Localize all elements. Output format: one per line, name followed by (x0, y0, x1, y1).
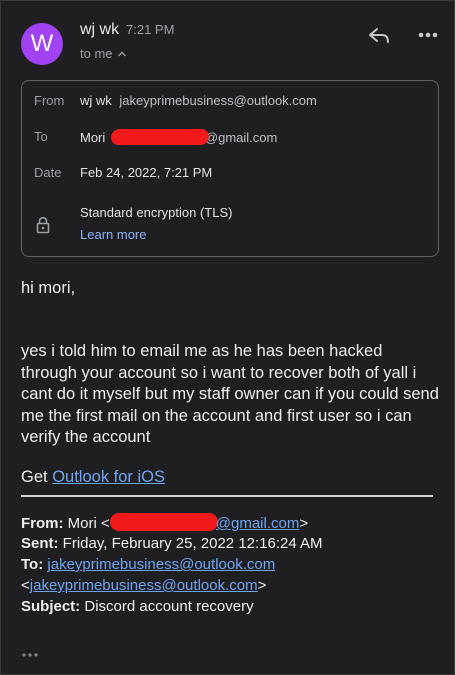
quote-divider (21, 495, 433, 497)
date-value: Feb 24, 2022, 7:21 PM (80, 165, 213, 180)
encryption-status: Standard encryption (TLS) (80, 205, 233, 220)
outlook-ios-link[interactable]: Outlook for iOS (52, 468, 165, 486)
to-email-suffix[interactable]: @gmail.com (205, 130, 277, 145)
quoted-from-email[interactable]: @gmail.com (216, 515, 300, 532)
message-greeting: hi mori, (21, 279, 76, 297)
from-name: wj wk (80, 93, 112, 108)
to-name: Mori (80, 130, 106, 145)
quoted-subject-value: Discord account recovery (84, 598, 254, 615)
quoted-to-email-2[interactable]: jakeyprimebusiness@outlook.com (30, 577, 258, 594)
from-label: From (34, 93, 65, 108)
lock-icon (36, 216, 50, 234)
recipients-toggle[interactable]: to me (80, 46, 127, 61)
more-horiz-icon[interactable] (415, 27, 441, 43)
quoted-sent-value: Friday, February 25, 2022 12:16:24 AM (62, 535, 323, 552)
message-body: yes i told him to email me as he has bee… (21, 342, 439, 446)
signature-prefix: Get (21, 468, 48, 486)
to-me-label: to me (80, 46, 113, 61)
sender-name: wj wk (80, 21, 120, 38)
quoted-subject-label: Subject: (21, 598, 81, 615)
from-value: wj wk jakeyprimebusiness@outlook.com (80, 93, 317, 108)
quoted-from-line: From: Mori < @gmail.com> (21, 513, 308, 532)
to-label: To (34, 129, 48, 144)
quoted-sent-label: Sent: (21, 535, 59, 552)
quoted-to-line-2: <jakeyprimebusiness@outlook.com> (21, 577, 266, 594)
message-details-panel: From wj wk jakeyprimebusiness@outlook.co… (21, 80, 439, 257)
quoted-to-label: To: (21, 556, 44, 573)
reply-icon[interactable] (367, 25, 393, 47)
quoted-sent-line: Sent: Friday, February 25, 2022 12:16:24… (21, 535, 323, 552)
quoted-from-close: > (299, 515, 309, 532)
to-value: Mori @gmail.com (80, 129, 277, 145)
learn-more-link[interactable]: Learn more (80, 227, 146, 242)
date-label: Date (34, 165, 62, 180)
sender-avatar[interactable]: W (21, 23, 63, 65)
redaction-mark-quoted (109, 513, 218, 531)
signature-line: Get Outlook for iOS (21, 468, 165, 487)
quoted-to-line: To: jakeyprimebusiness@outlook.com (21, 556, 275, 573)
quoted-to-open: < (21, 577, 30, 594)
trimmed-content-icon[interactable] (21, 651, 41, 659)
message-time: 7:21 PM (126, 22, 175, 37)
from-email[interactable]: jakeyprimebusiness@outlook.com (119, 93, 316, 108)
quoted-from-name: Mori < (67, 515, 110, 532)
redaction-mark (110, 129, 210, 145)
quoted-from-label: From: (21, 515, 64, 532)
quoted-to-close: > (257, 577, 267, 594)
quoted-to-email[interactable]: jakeyprimebusiness@outlook.com (47, 556, 275, 573)
quoted-subject-line: Subject: Discord account recovery (21, 598, 254, 615)
chevron-up-icon (117, 51, 126, 56)
